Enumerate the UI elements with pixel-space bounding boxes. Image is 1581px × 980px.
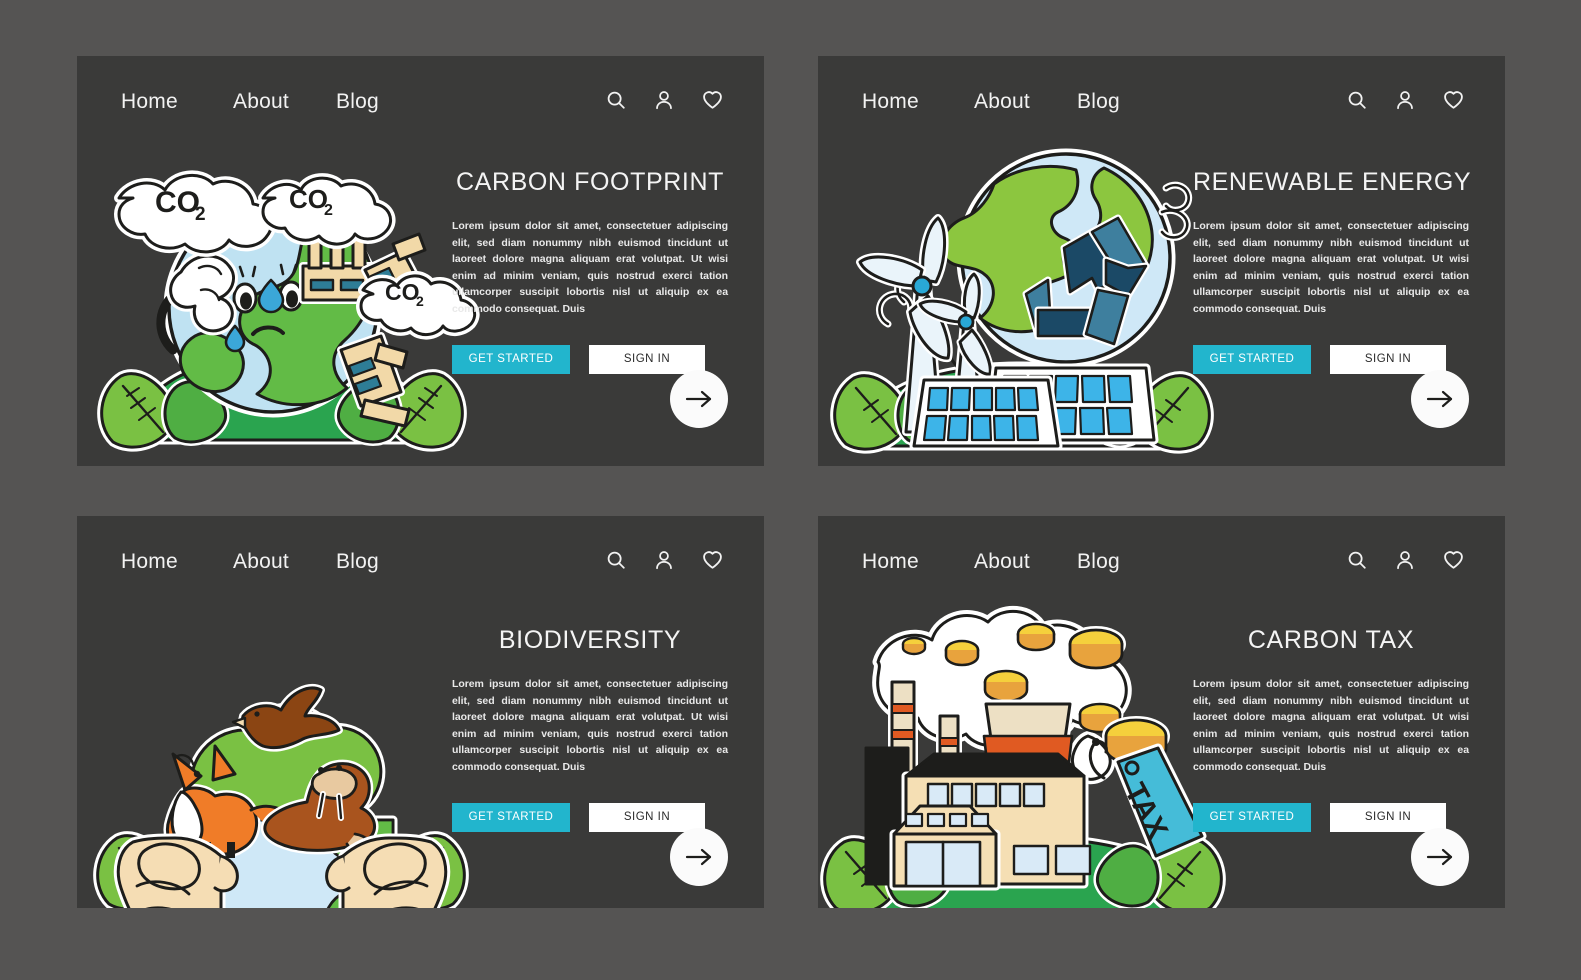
user-icon[interactable] (653, 89, 675, 111)
panel-content: BIODIVERSITY Lorem ipsum dolor sit amet,… (452, 612, 728, 886)
nav-links: Home About Blog (862, 90, 1157, 114)
get-started-button[interactable]: GET STARTED (1193, 803, 1311, 832)
button-row: GET STARTED SIGN IN (452, 345, 728, 374)
nav-link-about[interactable]: About (974, 90, 1077, 114)
body-copy: Lorem ipsum dolor sit amet, consectetuer… (1193, 220, 1469, 315)
user-icon[interactable] (1394, 89, 1416, 111)
svg-text:2: 2 (416, 293, 424, 309)
nav-icons (605, 88, 724, 111)
search-icon[interactable] (1346, 89, 1368, 111)
poster-board: Home About Blog CO 2 CO 2 CO 2 CARBON FO… (0, 0, 1581, 980)
nav-icons (605, 548, 724, 571)
heart-icon[interactable] (1442, 88, 1465, 111)
body-copy: Lorem ipsum dolor sit amet, consectetuer… (452, 220, 728, 315)
panel-content: CARBON TAX Lorem ipsum dolor sit amet, c… (1193, 612, 1469, 886)
page-title: CARBON TAX (1247, 626, 1415, 654)
arrow-right-icon (685, 390, 712, 408)
navbar: Home About Blog (818, 56, 1505, 152)
nav-link-blog[interactable]: Blog (1077, 550, 1157, 574)
panel-content: RENEWABLE ENERGY Lorem ipsum dolor sit a… (1193, 152, 1472, 428)
button-row: GET STARTED SIGN IN (1193, 803, 1469, 832)
nav-links: Home About Blog (862, 550, 1157, 574)
nav-links: Home About Blog (121, 550, 416, 574)
nav-link-home[interactable]: Home (121, 90, 233, 114)
nav-links: Home About Blog (121, 90, 416, 114)
illustration-renewable-energy (818, 140, 1228, 466)
next-arrow-button[interactable] (670, 828, 728, 886)
arrow-right-icon (1426, 848, 1453, 866)
get-started-button[interactable]: GET STARTED (452, 803, 570, 832)
arrow-right-icon (685, 848, 712, 866)
page-title: CARBON FOOTPRINT (456, 168, 724, 196)
panel-renewable-energy: Home About Blog RENEWABLE ENERGY Lorem i… (818, 56, 1505, 466)
body-copy: Lorem ipsum dolor sit amet, consectetuer… (1193, 678, 1469, 773)
nav-link-home[interactable]: Home (121, 550, 233, 574)
sign-in-button[interactable]: SIGN IN (589, 803, 705, 832)
heart-icon[interactable] (1442, 548, 1465, 571)
svg-text:2: 2 (195, 204, 206, 225)
nav-link-blog[interactable]: Blog (336, 90, 416, 114)
next-arrow-button[interactable] (670, 370, 728, 428)
panel-biodiversity: Home About Blog BIODIVERSITY Lorem ipsum… (77, 516, 764, 908)
heart-icon[interactable] (701, 88, 724, 111)
page-title: BIODIVERSITY (498, 626, 682, 654)
svg-text:2: 2 (324, 202, 333, 219)
panel-carbon-tax: Home About Blog TAX CARBON TAX Lorem ips… (818, 516, 1505, 908)
button-row: GET STARTED SIGN IN (452, 803, 728, 832)
sign-in-button[interactable]: SIGN IN (1330, 803, 1446, 832)
arrow-right-icon (1426, 390, 1453, 408)
illustration-carbon-footprint: CO 2 CO 2 CO 2 (77, 140, 487, 466)
sign-in-button[interactable]: SIGN IN (1330, 345, 1446, 374)
nav-link-blog[interactable]: Blog (1077, 90, 1157, 114)
user-icon[interactable] (1394, 549, 1416, 571)
illustration-carbon-tax: TAX (818, 594, 1228, 908)
nav-link-about[interactable]: About (233, 90, 336, 114)
next-arrow-button[interactable] (1411, 370, 1469, 428)
search-icon[interactable] (1346, 549, 1368, 571)
search-icon[interactable] (605, 89, 627, 111)
nav-link-about[interactable]: About (233, 550, 336, 574)
nav-link-about[interactable]: About (974, 550, 1077, 574)
svg-text:CO: CO (155, 186, 200, 219)
button-row: GET STARTED SIGN IN (1193, 345, 1469, 374)
nav-icons (1346, 88, 1465, 111)
user-icon[interactable] (653, 549, 675, 571)
heart-icon[interactable] (701, 548, 724, 571)
nav-icons (1346, 548, 1465, 571)
svg-text:CO: CO (385, 279, 420, 305)
panel-content: CARBON FOOTPRINT Lorem ipsum dolor sit a… (452, 152, 728, 428)
search-icon[interactable] (605, 549, 627, 571)
get-started-button[interactable]: GET STARTED (452, 345, 570, 374)
nav-link-blog[interactable]: Blog (336, 550, 416, 574)
page-title: RENEWABLE ENERGY (1193, 168, 1472, 196)
nav-link-home[interactable]: Home (862, 90, 974, 114)
next-arrow-button[interactable] (1411, 828, 1469, 886)
nav-link-home[interactable]: Home (862, 550, 974, 574)
illustration-biodiversity (77, 594, 487, 908)
panel-carbon-footprint: Home About Blog CO 2 CO 2 CO 2 CARBON FO… (77, 56, 764, 466)
svg-text:CO: CO (289, 184, 328, 214)
sign-in-button[interactable]: SIGN IN (589, 345, 705, 374)
get-started-button[interactable]: GET STARTED (1193, 345, 1311, 374)
navbar: Home About Blog (77, 56, 764, 152)
body-copy: Lorem ipsum dolor sit amet, consectetuer… (452, 678, 728, 773)
